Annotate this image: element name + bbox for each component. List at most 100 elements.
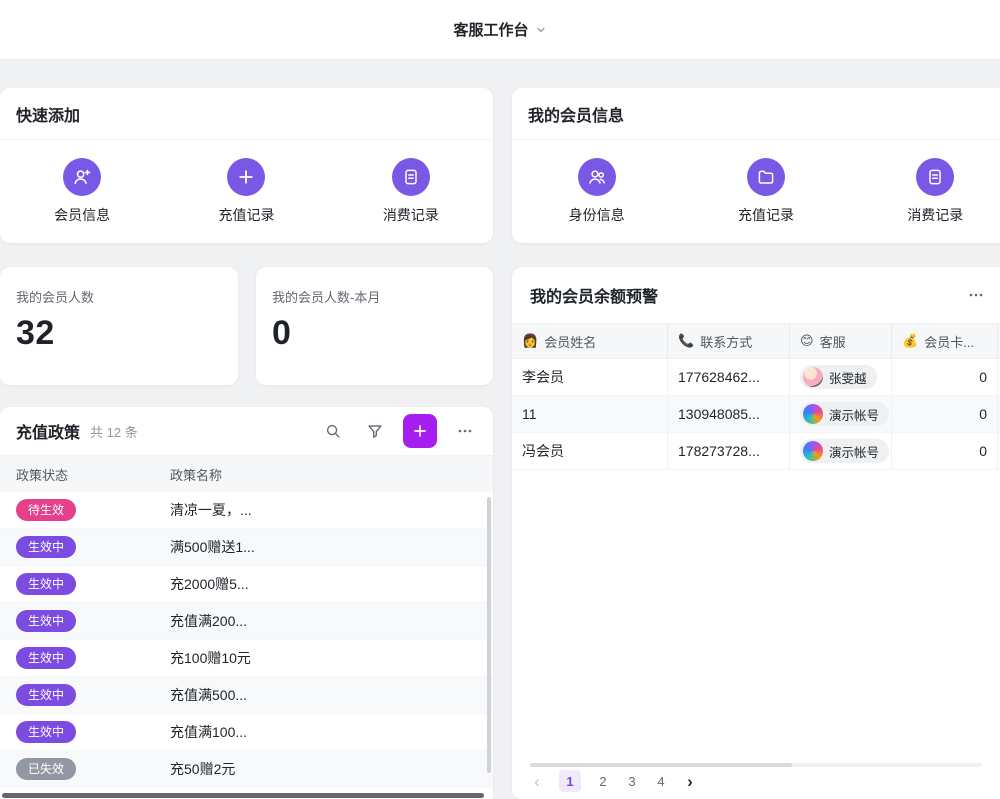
recharge-record-action[interactable]: 充值记录 xyxy=(681,158,850,225)
policy-table-body: 待生效清凉一夏，...生效中满500赠送1...生效中充2000赠5...生效中… xyxy=(0,492,493,788)
my-member-info-header: 我的会员信息 xyxy=(512,88,1000,140)
column-header-agent: 😊 客服 xyxy=(790,324,892,358)
avatar xyxy=(803,441,823,461)
stat-value: 32 xyxy=(0,306,238,353)
policy-count: 共 12 条 xyxy=(90,422,138,441)
status-badge: 生效中 xyxy=(16,536,76,558)
stat-label: 我的会员人数-本月 xyxy=(256,267,493,306)
policy-vertical-scrollbar[interactable] xyxy=(487,497,491,773)
agent-name: 张雯越 xyxy=(829,368,867,387)
agent-cell: 张雯越 xyxy=(790,359,892,395)
quick-add-recharge-record[interactable]: 充值记录 xyxy=(164,158,328,225)
smiley-field-icon: 😊 xyxy=(800,333,814,349)
policy-status-cell: 生效中 xyxy=(0,684,154,706)
quick-add-consumption-record[interactable]: 消费记录 xyxy=(329,158,493,225)
warning-more-button[interactable] xyxy=(968,287,984,303)
scrollbar-thumb[interactable] xyxy=(530,763,792,767)
policy-row[interactable]: 生效中 充2000赠5... xyxy=(0,566,493,603)
member-info-actions: 身份信息 充值记录 消费记录 xyxy=(512,140,1000,242)
member-row[interactable]: 11130948085... 演示帐号0 xyxy=(512,396,1000,433)
policy-name-cell: 清凉一夏，... xyxy=(154,500,493,520)
policy-status-cell: 待生效 xyxy=(0,499,154,521)
contact-cell: 130948085... xyxy=(668,396,790,432)
policy-row[interactable]: 生效中充100赠10元 xyxy=(0,640,493,677)
member-card-value-cell: 0 xyxy=(892,359,998,395)
filter-button[interactable] xyxy=(361,417,389,445)
policy-more-button[interactable] xyxy=(451,417,479,445)
quick-add-member-info[interactable]: 会员信息 xyxy=(0,158,164,225)
policy-name-cell: 充值满500... xyxy=(154,685,493,705)
receipt-icon xyxy=(392,158,430,196)
status-badge: 生效中 xyxy=(16,647,76,669)
search-button[interactable] xyxy=(319,417,347,445)
status-badge: 待生效 xyxy=(16,499,76,521)
balance-warning-card: 我的会员余额预警 👩 会员姓名 📞 联系方式 😊 客服 💰 会员卡... xyxy=(512,267,1000,799)
page-title: 客服工作台 xyxy=(453,19,528,40)
consumption-record-action[interactable]: 消费记录 xyxy=(851,158,1000,225)
status-badge: 已失效 xyxy=(16,758,76,780)
pagination-page-3[interactable]: 3 xyxy=(625,774,639,789)
policy-status-cell: 生效中 xyxy=(0,647,154,669)
recharge-policy-card: 充值政策 共 12 条 政策状态 政策名称 待生效清凉一夏，... xyxy=(0,407,493,799)
member-add-icon xyxy=(63,158,101,196)
pagination-page-4[interactable]: 4 xyxy=(654,774,668,789)
pagination-next[interactable]: › xyxy=(683,773,697,790)
balance-warning-title: 我的会员余额预警 xyxy=(530,283,658,307)
policy-row[interactable]: 生效中 充值满200... xyxy=(0,603,493,640)
policy-row[interactable]: 待生效 清凉一夏，... xyxy=(0,492,493,529)
agent-cell: 演示帐号 xyxy=(790,433,892,469)
filter-icon xyxy=(366,422,384,440)
service-workbench-dashboard: 客服工作台 快速添加 会员信息 充值记录 xyxy=(0,0,1000,799)
column-label: 客服 xyxy=(820,332,846,351)
policy-status-cell: 生效中 xyxy=(0,536,154,558)
action-label: 消费记录 xyxy=(907,205,963,225)
policy-row[interactable]: 生效中满500赠送1... xyxy=(0,529,493,566)
member-card-value-cell: 0 xyxy=(892,396,998,432)
policy-status-cell: 生效中 xyxy=(0,573,154,595)
policy-name-cell: 充值满200... xyxy=(154,611,493,631)
add-policy-button[interactable] xyxy=(403,414,437,448)
pagination-prev[interactable]: ‹ xyxy=(530,773,544,790)
action-label: 消费记录 xyxy=(383,205,439,225)
policy-row[interactable]: 生效中充值满500... xyxy=(0,677,493,714)
people-icon xyxy=(578,158,616,196)
warning-horizontal-scrollbar[interactable] xyxy=(530,763,982,767)
policy-title: 充值政策 xyxy=(16,419,80,443)
agent-chip: 演示帐号 xyxy=(800,402,889,426)
policy-status-cell: 生效中 xyxy=(0,721,154,743)
member-name-cell: 冯会员 xyxy=(512,433,668,469)
identity-info-action[interactable]: 身份信息 xyxy=(512,158,681,225)
chevron-down-icon xyxy=(535,24,547,36)
phone-field-icon: 📞 xyxy=(678,333,694,349)
action-label: 充值记录 xyxy=(738,205,794,225)
money-field-icon: 💰 xyxy=(902,333,918,349)
receipt-icon xyxy=(916,158,954,196)
agent-chip: 演示帐号 xyxy=(800,439,889,463)
quick-add-card: 快速添加 会员信息 充值记录 消费记录 xyxy=(0,88,493,243)
policy-row[interactable]: 生效中充值满100... xyxy=(0,714,493,751)
member-row[interactable]: 李会员177628462...张雯越0 xyxy=(512,359,1000,396)
agent-chip: 张雯越 xyxy=(800,365,877,389)
status-badge: 生效中 xyxy=(16,573,76,595)
column-label: 联系方式 xyxy=(700,332,752,351)
policy-row[interactable]: 已失效充50赠2元 xyxy=(0,751,493,788)
member-name-cell: 11 xyxy=(512,396,668,432)
search-icon xyxy=(324,422,342,440)
column-label: 会员姓名 xyxy=(544,332,596,351)
policy-horizontal-scrollbar[interactable] xyxy=(2,793,484,798)
policy-toolbar: 充值政策 共 12 条 xyxy=(0,407,493,455)
member-row[interactable]: 冯会员178273728...演示帐号0 xyxy=(512,433,1000,470)
pagination-page-2[interactable]: 2 xyxy=(596,774,610,789)
card-title: 我的会员信息 xyxy=(528,102,624,126)
agent-name: 演示帐号 xyxy=(829,442,879,461)
column-header-member-name: 👩 会员姓名 xyxy=(512,324,668,358)
plus-icon xyxy=(411,422,429,440)
workspace-switcher[interactable]: 客服工作台 xyxy=(453,19,546,40)
policy-name-cell: 充2000赠5... xyxy=(154,574,493,594)
column-label: 会员卡... xyxy=(924,332,974,351)
pagination-page-1[interactable]: 1 xyxy=(559,770,581,792)
contact-cell: 178273728... xyxy=(668,433,790,469)
action-label: 身份信息 xyxy=(569,205,625,225)
person-field-icon: 👩 xyxy=(522,333,538,349)
status-badge: 生效中 xyxy=(16,610,76,632)
